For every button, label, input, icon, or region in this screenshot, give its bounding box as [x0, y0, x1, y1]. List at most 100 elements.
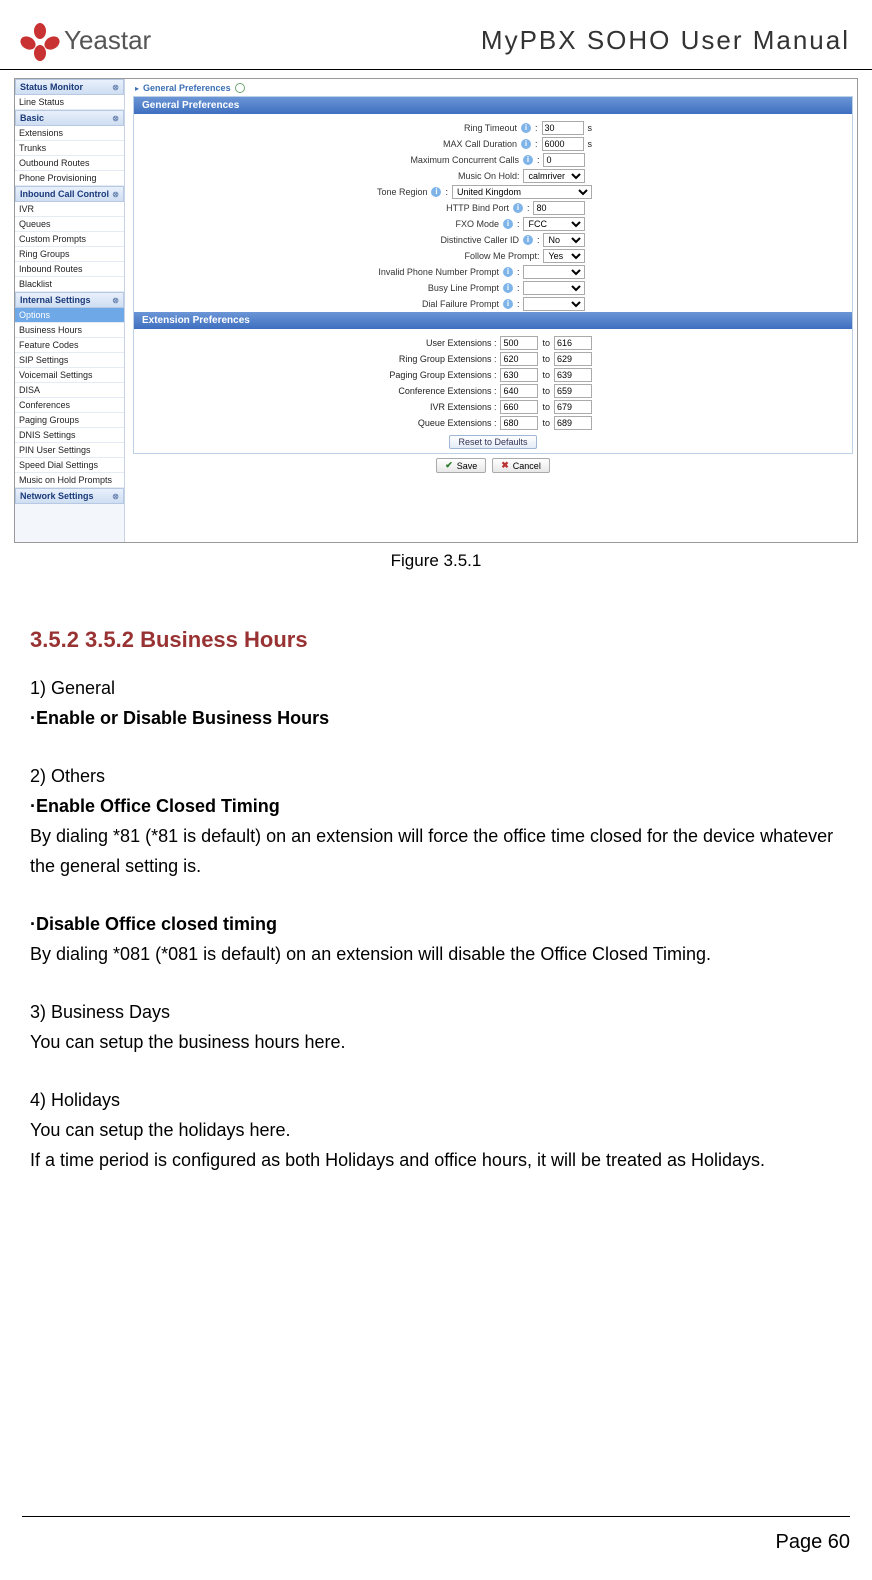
sidebar-item-ring-groups[interactable]: Ring Groups — [15, 247, 124, 262]
sidebar-item-dnis-settings[interactable]: DNIS Settings — [15, 428, 124, 443]
sidebar-item-voicemail-settings[interactable]: Voicemail Settings — [15, 368, 124, 383]
max-call-input[interactable] — [542, 137, 584, 151]
fxo-mode-select[interactable]: FCC — [523, 217, 585, 231]
page-footer: Page 60 — [22, 1516, 850, 1554]
save-button[interactable]: ✔ Save — [436, 458, 486, 473]
moh-label: Music On Hold: — [458, 171, 520, 181]
ring-timeout-label: Ring Timeout — [464, 123, 517, 133]
invalid-prompt-label: Invalid Phone Number Prompt — [378, 267, 499, 277]
info-icon[interactable]: i — [521, 139, 531, 149]
para: 3) Business Days — [30, 997, 842, 1027]
sidebar-item-ivr[interactable]: IVR — [15, 202, 124, 217]
follow-me-label: Follow Me Prompt: — [464, 251, 539, 261]
chevron-right-icon: ▸ — [135, 84, 139, 93]
info-icon[interactable]: i — [503, 299, 513, 309]
info-icon[interactable]: i — [503, 267, 513, 277]
sidebar-group-status-monitor[interactable]: Status Monitor ⊗ — [15, 79, 124, 95]
sidebar-item-conferences[interactable]: Conferences — [15, 398, 124, 413]
app-screenshot: Status Monitor ⊗ Line Status Basic ⊗ Ext… — [14, 78, 858, 543]
caller-id-select[interactable]: No — [543, 233, 585, 247]
info-icon[interactable]: i — [431, 187, 441, 197]
invalid-prompt-select[interactable] — [523, 265, 585, 279]
ext-from-input[interactable] — [500, 400, 538, 414]
action-bar: ✔ Save ✖ Cancel — [133, 454, 853, 477]
sidebar-item-outbound-routes[interactable]: Outbound Routes — [15, 156, 124, 171]
ext-to-input[interactable] — [554, 352, 592, 366]
max-concurrent-input[interactable] — [543, 153, 585, 167]
ext-to-input[interactable] — [554, 336, 592, 350]
sidebar-item-sip-settings[interactable]: SIP Settings — [15, 353, 124, 368]
collapse-icon: ⊗ — [112, 296, 119, 305]
panel-title: General Preferences — [134, 97, 852, 114]
sidebar-item-feature-codes[interactable]: Feature Codes — [15, 338, 124, 353]
tone-region-label: Tone Region — [377, 187, 428, 197]
ext-from-input[interactable] — [500, 416, 538, 430]
info-icon[interactable]: i — [503, 219, 513, 229]
sidebar-group-inbound[interactable]: Inbound Call Control ⊗ — [15, 186, 124, 202]
ext-from-input[interactable] — [500, 368, 538, 382]
save-label: Save — [457, 461, 478, 471]
sidebar-item-queues[interactable]: Queues — [15, 217, 124, 232]
busy-prompt-label: Busy Line Prompt — [428, 283, 499, 293]
info-icon[interactable]: i — [523, 155, 533, 165]
ext-to-input[interactable] — [554, 368, 592, 382]
manual-title: MyPBX SOHO User Manual — [481, 25, 850, 56]
para: By dialing *81 (*81 is default) on an ex… — [30, 821, 842, 881]
ext-from-input[interactable] — [500, 352, 538, 366]
sidebar-item-trunks[interactable]: Trunks — [15, 141, 124, 156]
ext-row-label: Paging Group Extensions : — [389, 370, 496, 380]
to-label: to — [542, 402, 550, 412]
moh-select[interactable]: calmriver — [523, 169, 585, 183]
busy-prompt-select[interactable] — [523, 281, 585, 295]
sidebar-item-blacklist[interactable]: Blacklist — [15, 277, 124, 292]
panel-general-preferences: General Preferences Ring Timeout i: s MA… — [133, 96, 853, 454]
sidebar-item-line-status[interactable]: Line Status — [15, 95, 124, 110]
ext-to-input[interactable] — [554, 400, 592, 414]
sidebar-item-phone-provisioning[interactable]: Phone Provisioning — [15, 171, 124, 186]
follow-me-select[interactable]: Yes — [543, 249, 585, 263]
ring-timeout-input[interactable] — [542, 121, 584, 135]
to-label: to — [542, 354, 550, 364]
info-icon[interactable]: i — [513, 203, 523, 213]
dial-fail-label: Dial Failure Prompt — [422, 299, 499, 309]
ext-to-input[interactable] — [554, 384, 592, 398]
flower-icon — [22, 23, 58, 59]
seconds-unit: s — [588, 139, 593, 149]
sidebar-group-label: Basic — [20, 113, 44, 123]
ext-to-input[interactable] — [554, 416, 592, 430]
sidebar-item-inbound-routes[interactable]: Inbound Routes — [15, 262, 124, 277]
sidebar-item-speed-dial[interactable]: Speed Dial Settings — [15, 458, 124, 473]
seconds-unit: s — [588, 123, 593, 133]
breadcrumb-text: General Preferences — [143, 83, 231, 93]
sidebar-item-business-hours[interactable]: Business Hours — [15, 323, 124, 338]
sidebar-group-network[interactable]: Network Settings ⊗ — [15, 488, 124, 504]
para: 4) Holidays — [30, 1085, 842, 1115]
ext-row-label: Conference Extensions : — [398, 386, 496, 396]
sidebar-group-internal[interactable]: Internal Settings ⊗ — [15, 292, 124, 308]
general-form: Ring Timeout i: s MAX Call Duration i: s… — [134, 114, 852, 312]
info-icon[interactable]: i — [523, 235, 533, 245]
para: By dialing *081 (*081 is default) on an … — [30, 939, 842, 969]
sidebar-item-pin-user-settings[interactable]: PIN User Settings — [15, 443, 124, 458]
cancel-button[interactable]: ✖ Cancel — [492, 458, 550, 473]
info-icon[interactable]: i — [521, 123, 531, 133]
sidebar-item-custom-prompts[interactable]: Custom Prompts — [15, 232, 124, 247]
sidebar-item-paging-groups[interactable]: Paging Groups — [15, 413, 124, 428]
figure-caption: Figure 3.5.1 — [14, 543, 858, 571]
refresh-icon[interactable] — [235, 83, 245, 93]
sidebar-item-options[interactable]: Options — [15, 308, 124, 323]
info-icon[interactable]: i — [503, 283, 513, 293]
sidebar-item-extensions[interactable]: Extensions — [15, 126, 124, 141]
para: You can setup the holidays here. — [30, 1115, 842, 1145]
tone-region-select[interactable]: United Kingdom — [452, 185, 592, 199]
http-port-input[interactable] — [533, 201, 585, 215]
page-number: Page 60 — [775, 1531, 850, 1553]
sidebar-group-basic[interactable]: Basic ⊗ — [15, 110, 124, 126]
ext-from-input[interactable] — [500, 336, 538, 350]
sidebar-item-moh-prompts[interactable]: Music on Hold Prompts — [15, 473, 124, 488]
reset-defaults-button[interactable]: Reset to Defaults — [449, 435, 536, 449]
ext-from-input[interactable] — [500, 384, 538, 398]
document-body: 3.5.2 3.5.2 Business Hours 1) General ·E… — [0, 571, 872, 1175]
sidebar-item-disa[interactable]: DISA — [15, 383, 124, 398]
dial-fail-select[interactable] — [523, 297, 585, 311]
